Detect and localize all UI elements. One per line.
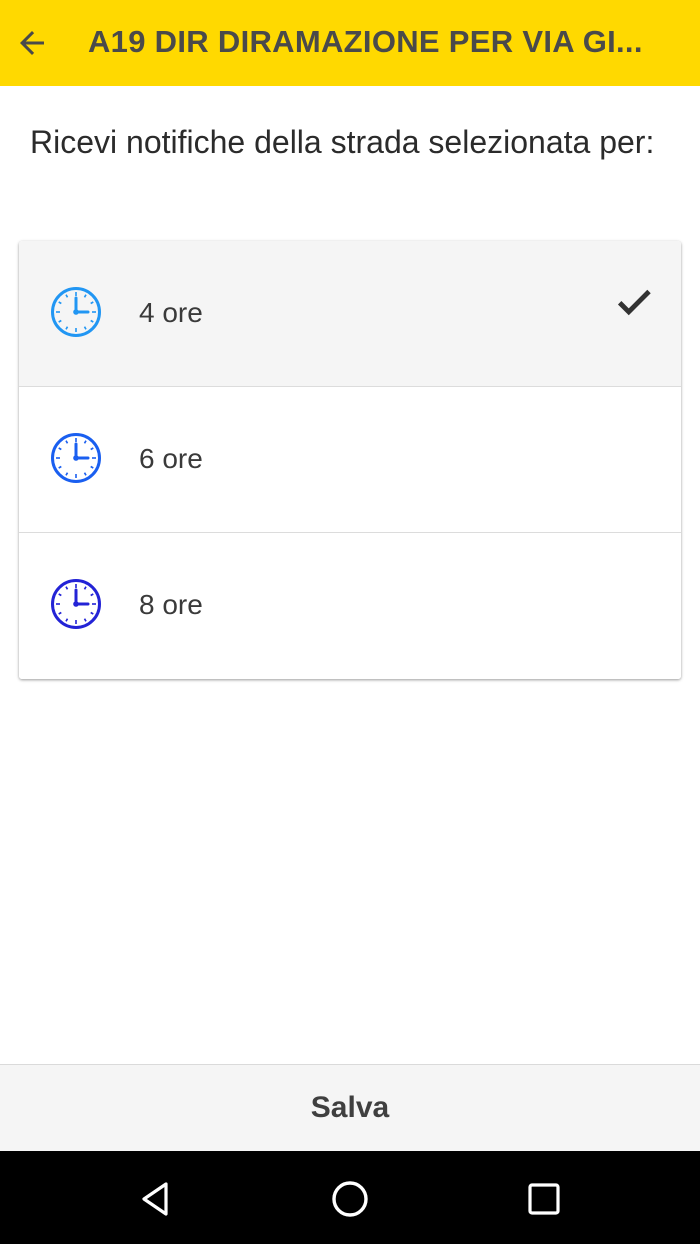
option-6-hours[interactable]: 6 ore [19, 387, 681, 533]
nav-home-button[interactable] [322, 1171, 378, 1227]
clock-icon [51, 433, 101, 483]
clock-icon [51, 287, 101, 337]
nav-back-button[interactable] [128, 1171, 184, 1227]
option-label: 8 ore [139, 589, 203, 620]
option-label: 6 ore [139, 443, 203, 474]
circle-home-icon [332, 1181, 368, 1217]
save-button-label: Salva [310, 1091, 390, 1124]
duration-options-card: 4 ore 6 ore 8 ore [19, 241, 681, 679]
notification-prompt: Ricevi notifiche della strada selezionat… [30, 124, 655, 160]
system-nav-bar [0, 1151, 700, 1244]
option-8-hours[interactable]: 8 ore [19, 533, 681, 679]
square-recents-icon [528, 1183, 560, 1215]
page-title: A19 DIR DIRAMAZIONE PER VIA GI... [88, 24, 643, 59]
save-button[interactable]: Salva [0, 1064, 700, 1151]
option-label: 4 ore [139, 297, 203, 328]
clock-icon [51, 579, 101, 629]
screen: A19 DIR DIRAMAZIONE PER VIA GI... Ricevi… [0, 0, 700, 1244]
option-4-hours[interactable]: 4 ore [19, 241, 681, 387]
nav-recents-button[interactable] [516, 1171, 572, 1227]
app-bar: A19 DIR DIRAMAZIONE PER VIA GI... [0, 0, 700, 86]
triangle-back-icon [142, 1182, 168, 1216]
arrow-left-icon [20, 31, 44, 55]
back-button[interactable] [6, 18, 58, 68]
checkmark-icon [617, 289, 651, 316]
